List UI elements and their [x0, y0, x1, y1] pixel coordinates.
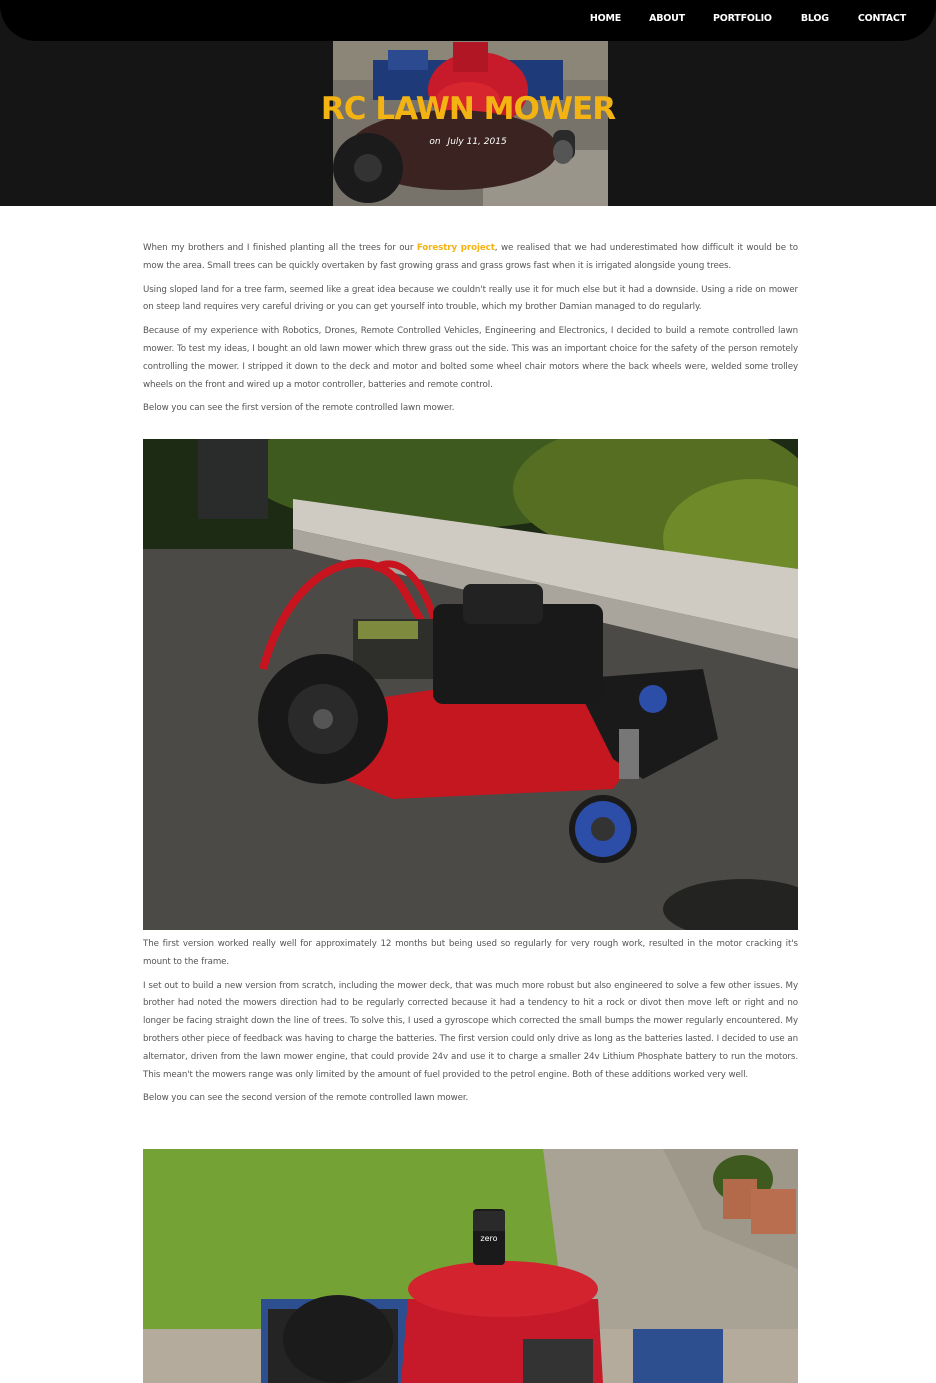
forestry-project-link[interactable]: Forestry project [417, 243, 495, 253]
paragraph-text: When my brothers and I finished planting… [143, 243, 417, 253]
paragraph-first-version-caption: Below you can see the first version of t… [143, 403, 455, 414]
nav-home-link[interactable]: HOME [590, 13, 621, 24]
can-label-text: zero [480, 1234, 497, 1243]
paragraph-sloped-land: Using sloped land for a tree farm, seeme… [143, 284, 798, 313]
photo-second-version-mower: zero [143, 1149, 798, 1383]
post-body-continued: The first version worked really well for… [143, 936, 798, 1114]
post-date: July 11, 2015 [447, 137, 507, 147]
nav-about-link[interactable]: ABOUT [649, 13, 685, 24]
paragraph-first-version-result: The first version worked really well for… [143, 939, 798, 967]
paragraph-new-version: I set out to build a new version from sc… [143, 980, 798, 1080]
post-date-prefix: on [429, 137, 441, 147]
nav-blog-link[interactable]: BLOG [801, 13, 829, 24]
nav-portfolio-link[interactable]: PORTFOLIO [713, 13, 772, 24]
post-meta: on July 11, 2015 [0, 137, 936, 147]
paragraph-second-version-caption: Below you can see the second version of … [143, 1093, 469, 1104]
post-title: RC LAWN MOWER [320, 91, 616, 127]
page-header: HOME ABOUT PORTFOLIO BLOG CONTACT RC LAW… [0, 0, 936, 206]
photo-first-version-mower [143, 439, 798, 930]
nav-contact-link[interactable]: CONTACT [858, 13, 906, 24]
paragraph-experience: Because of my experience with Robotics, … [143, 326, 798, 390]
post-body: When my brothers and I finished planting… [143, 240, 798, 424]
top-navigation-bar: HOME ABOUT PORTFOLIO BLOG CONTACT [0, 0, 936, 41]
main-menu: HOME ABOUT PORTFOLIO BLOG CONTACT [590, 13, 906, 24]
paragraph-intro: When my brothers and I finished planting… [143, 240, 798, 276]
